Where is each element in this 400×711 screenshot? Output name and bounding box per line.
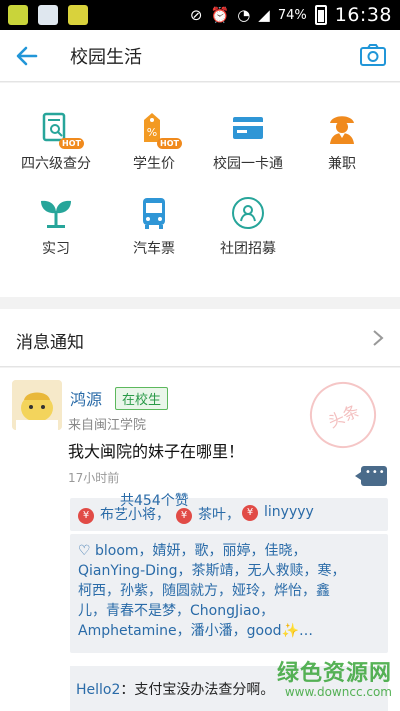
- hot-badge: HOT: [59, 138, 84, 149]
- app-notification-icon-2: [68, 5, 88, 25]
- app-header: 校园生活: [0, 30, 400, 82]
- reply-item[interactable]: Hello2：支付宝没办法查分啊。: [76, 679, 274, 699]
- gallery-notification-icon: [38, 5, 58, 25]
- svg-text:%: %: [147, 126, 157, 139]
- likes-list: ♡ bloom，婧妍，歌，丽婷，佳晓，QianYing-Ding，茶斯靖，无人救…: [70, 534, 388, 653]
- grid-item-label: 实习: [42, 241, 70, 257]
- campus-card-icon: [230, 110, 266, 146]
- reply-text: ：支付宝没办法查分啊。: [120, 682, 275, 698]
- grid-item-label: 社团招募: [220, 241, 276, 257]
- post-text: 我大闽院的妹子在哪里！: [68, 442, 245, 461]
- watermark-main: 绿色资源网: [276, 661, 392, 686]
- post-origin: 来自闽江学院: [68, 418, 147, 433]
- grid-item-label: 学生价: [133, 156, 175, 172]
- status-bar: ⊘ ⏰ ◔ ◢ 74% 16:38: [0, 0, 400, 30]
- bus-icon: [136, 195, 172, 231]
- page-title: 校园生活: [70, 47, 142, 68]
- grid-item-campus-card[interactable]: 校园一卡通: [208, 110, 288, 173]
- gift-item[interactable]: ¥ linyyyy: [242, 504, 314, 521]
- likes-count[interactable]: 共454个赞: [120, 490, 189, 510]
- camera-icon[interactable]: [358, 40, 388, 70]
- exam-search-icon: HOT: [38, 110, 84, 149]
- chevron-right-icon: [372, 329, 384, 347]
- comment-more-button[interactable]: [355, 466, 387, 486]
- grid-item-club-recruit[interactable]: 社团招募: [208, 195, 288, 258]
- club-recruit-icon: [230, 195, 266, 231]
- grid-item-label: 兼职: [328, 156, 356, 172]
- service-grid: HOT 四六级查分 % HOT 学生价 校园一卡通 兼职 实习 汽车票 社团招募: [0, 83, 400, 297]
- alarm-icon: ⏰: [210, 6, 230, 24]
- grid-item-bus-ticket[interactable]: 汽车票: [114, 195, 194, 258]
- yen-icon: ¥: [78, 508, 94, 524]
- liker-names[interactable]: ♡ bloom，婧妍，歌，丽婷，佳晓，QianYing-Ding，茶斯靖，无人救…: [78, 541, 350, 641]
- hot-badge: HOT: [157, 138, 182, 149]
- grid-item-student-price[interactable]: % HOT 学生价: [114, 110, 194, 173]
- part-time-worker-icon: [324, 110, 360, 146]
- back-arrow-icon[interactable]: [10, 39, 44, 73]
- battery-percent: 74%: [277, 7, 307, 23]
- reply-username[interactable]: Hello2: [76, 682, 120, 698]
- headline-stamp: 头条: [299, 371, 387, 459]
- mute-icon: ⊘: [189, 6, 203, 24]
- grid-item-label: 校园一卡通: [213, 156, 283, 172]
- yen-icon: ¥: [176, 508, 192, 524]
- discount-tag-icon: % HOT: [136, 110, 182, 149]
- grid-item-part-time[interactable]: 兼职: [302, 110, 382, 173]
- grid-item-cet-score[interactable]: HOT 四六级查分: [16, 110, 96, 173]
- grid-item-label: 汽车票: [133, 241, 175, 257]
- signal-icon: ◢: [258, 6, 270, 24]
- battery-icon: [314, 5, 327, 25]
- yen-icon: ¥: [242, 505, 258, 521]
- sprout-icon: [38, 195, 74, 231]
- post-username[interactable]: 鸿源: [70, 386, 102, 410]
- post-time: 17小时前: [68, 471, 120, 485]
- grid-item-internship[interactable]: 实习: [16, 195, 96, 258]
- app-notification-icon: [8, 5, 28, 25]
- site-watermark: 绿色资源网 www.downcc.com: [277, 655, 392, 699]
- grid-item-label: 四六级查分: [21, 156, 91, 172]
- clock: 16:38: [334, 4, 392, 26]
- notifications-label: 消息通知: [16, 333, 84, 353]
- wifi-icon: ◔: [237, 6, 251, 24]
- avatar[interactable]: [12, 380, 62, 430]
- notifications-row[interactable]: 消息通知: [0, 309, 400, 367]
- gift-list: ¥ 布艺小将， ¥ 茶叶， ¥ linyyyy: [70, 498, 388, 531]
- watermark-url: www.downcc.com: [284, 685, 392, 699]
- student-badge: 在校生: [115, 387, 169, 410]
